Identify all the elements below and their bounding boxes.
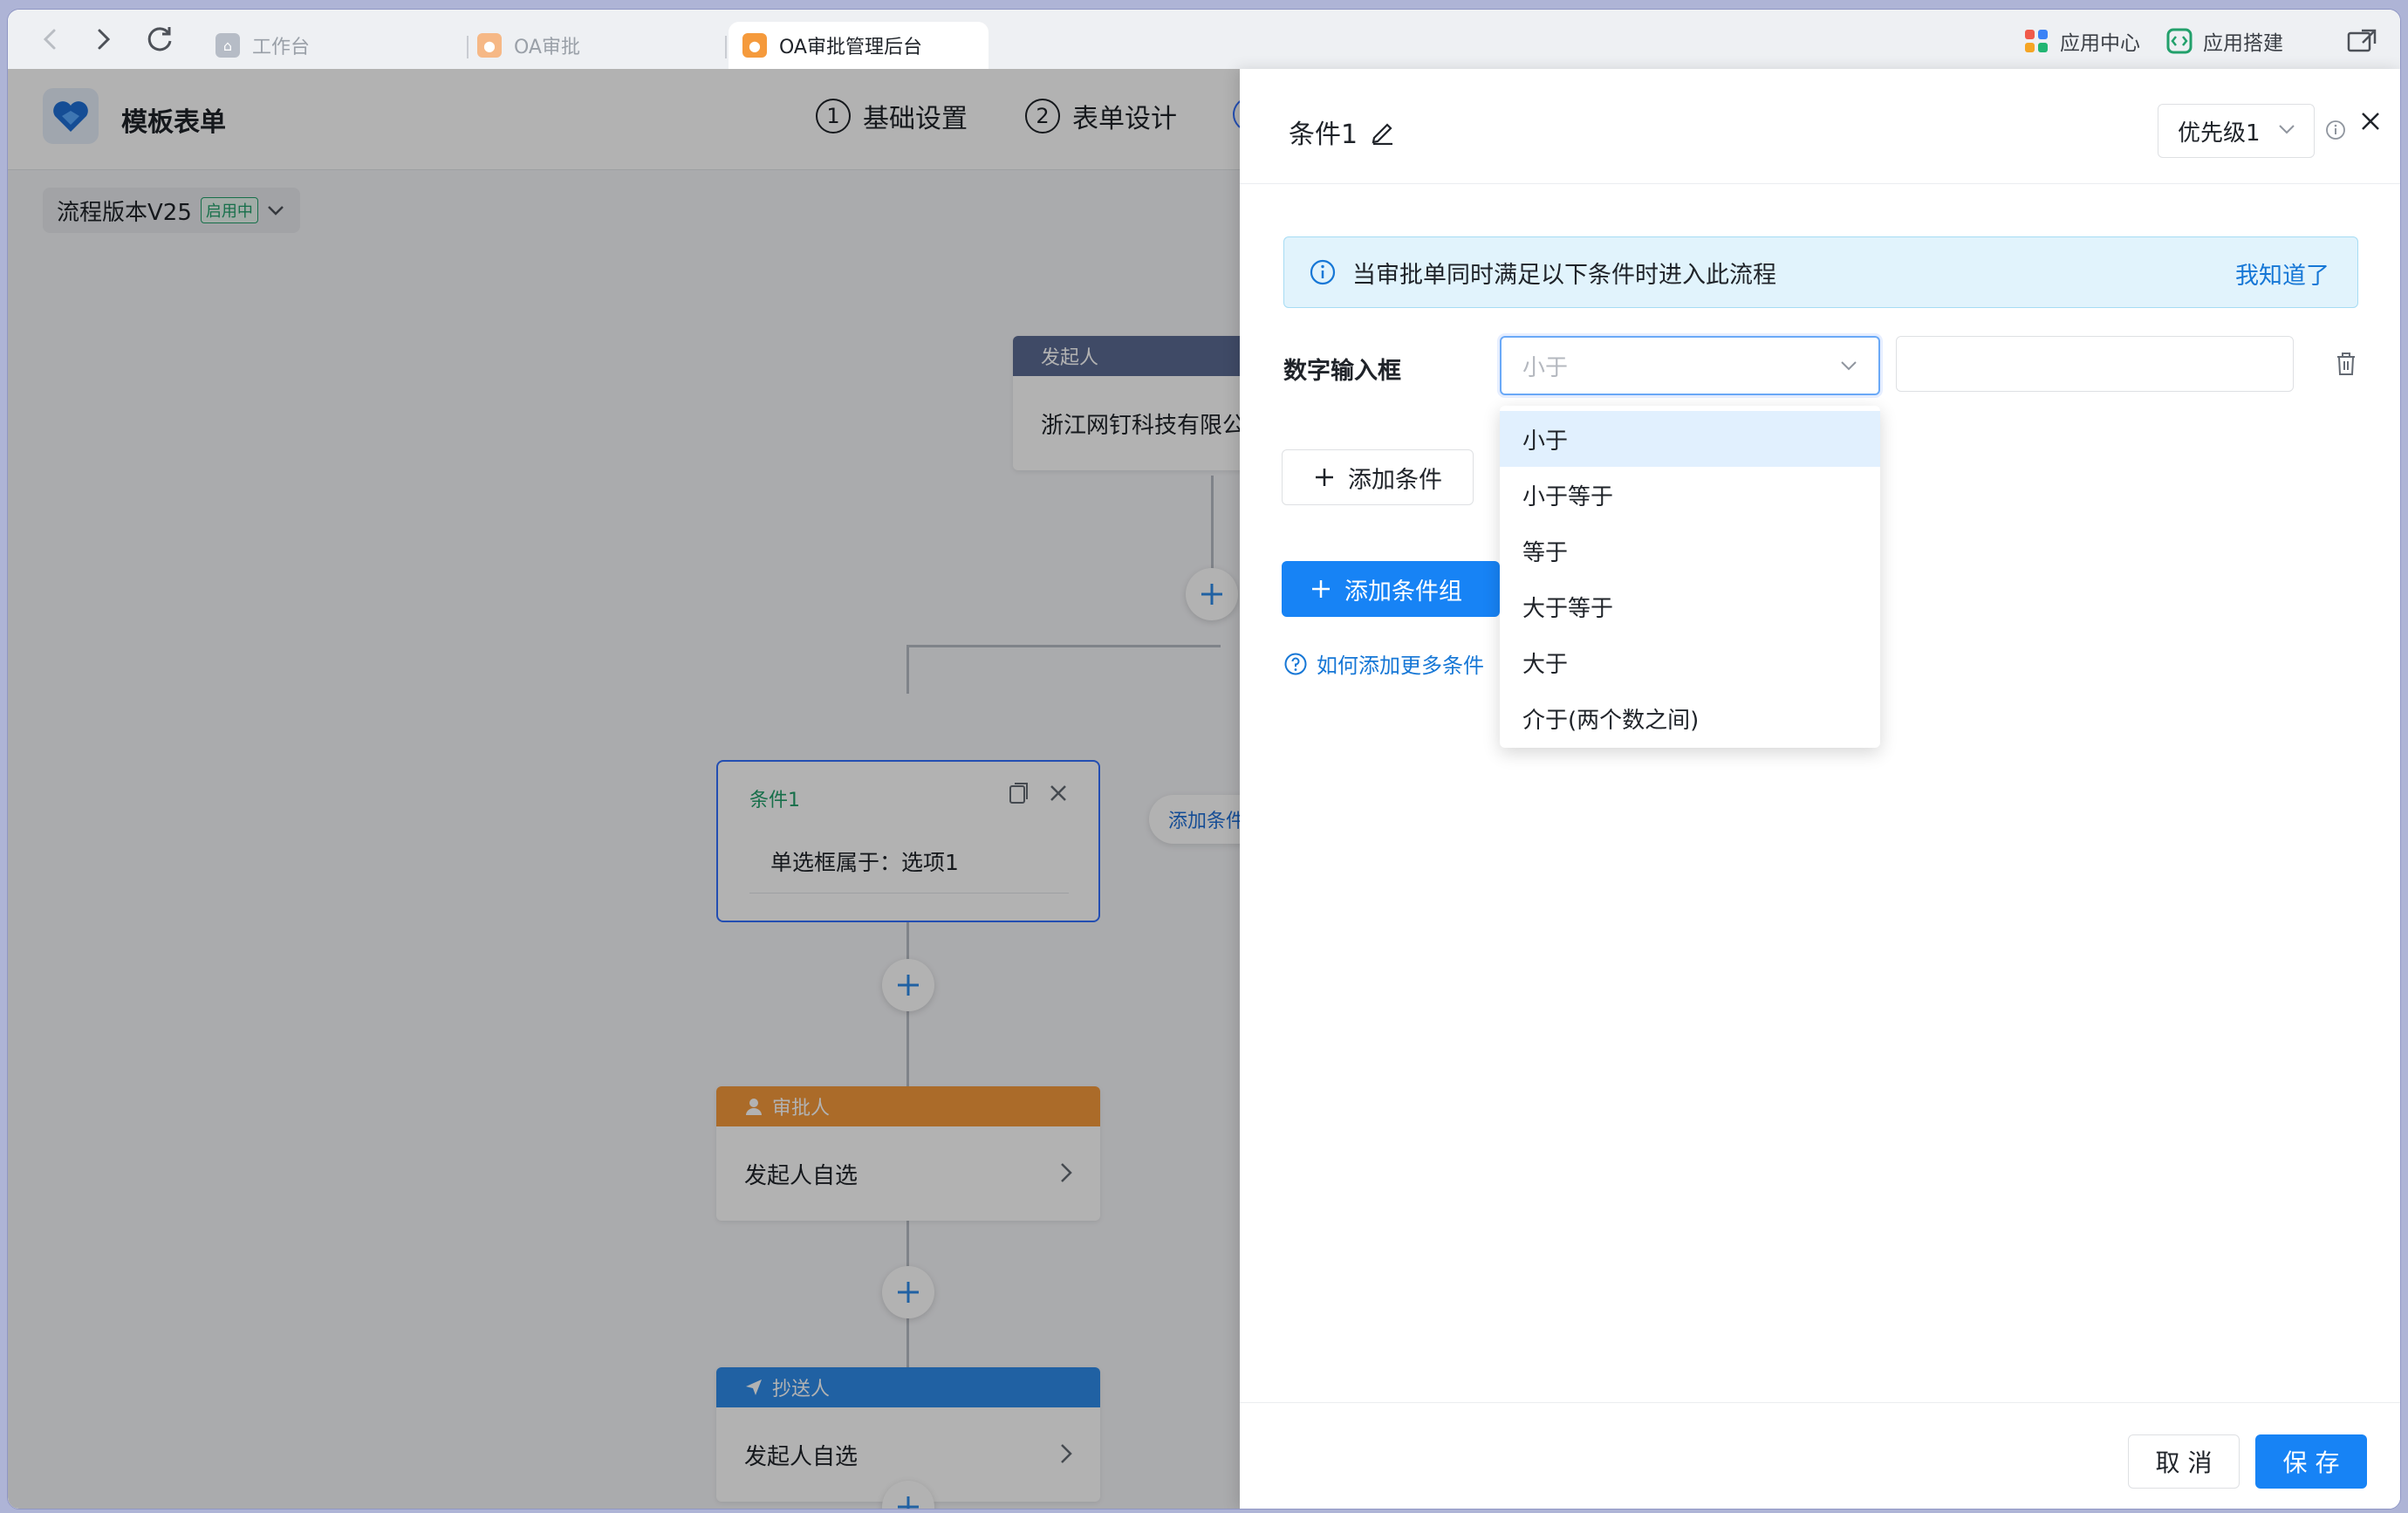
open-external-button[interactable]	[2346, 25, 2377, 57]
dropdown-option-less-equal[interactable]: 小于等于	[1500, 467, 1880, 523]
info-circle-icon	[1310, 259, 1336, 285]
banner-dismiss-link[interactable]: 我知道了	[2235, 257, 2329, 291]
info-icon[interactable]	[2325, 120, 2346, 140]
app-center-link[interactable]: 应用中心	[2023, 25, 2140, 57]
help-link-label: 如何添加更多条件	[1317, 654, 1484, 678]
tab-label: 工作台	[252, 37, 311, 58]
reload-button[interactable]	[142, 22, 177, 57]
drawer-title-text: 条件1	[1289, 120, 1358, 150]
reload-icon	[147, 27, 172, 51]
edit-pencil-icon[interactable]	[1370, 119, 1396, 145]
person-icon: ●	[742, 33, 767, 58]
add-condition-button[interactable]: 添加条件	[1282, 449, 1474, 505]
browser-window: ⌂ 工作台 ● OA审批 ● OA审批管理后台 应用中心 应用搭建 模板表单 1…	[7, 9, 2401, 1510]
dropdown-option-less-than[interactable]: 小于	[1500, 411, 1880, 467]
chevron-down-icon	[2279, 125, 2295, 134]
tab-label: OA审批管理后台	[779, 37, 922, 58]
chevron-down-icon	[1841, 361, 1857, 371]
save-button[interactable]: 保 存	[2255, 1434, 2367, 1489]
dropdown-option-equal[interactable]: 等于	[1500, 523, 1880, 578]
operator-select[interactable]: 小于	[1500, 336, 1880, 395]
help-link[interactable]: 如何添加更多条件	[1283, 648, 1484, 679]
dropdown-option-greater-than[interactable]: 大于	[1500, 634, 1880, 690]
trash-icon[interactable]	[2332, 350, 2360, 378]
back-button[interactable]	[32, 22, 67, 57]
question-circle-icon	[1284, 653, 1307, 674]
drawer-header: 条件1 优先级1	[1240, 69, 2400, 184]
tab-label: OA审批	[514, 37, 580, 58]
tab-oa-admin[interactable]: ● OA审批管理后台	[729, 22, 989, 69]
close-icon[interactable]	[2358, 109, 2383, 134]
drawer-title: 条件1	[1289, 113, 1396, 151]
cancel-button[interactable]: 取 消	[2128, 1434, 2240, 1489]
add-condition-group-button[interactable]: 添加条件组	[1282, 561, 1500, 617]
dropdown-option-greater-equal[interactable]: 大于等于	[1500, 578, 1880, 634]
tab-workbench[interactable]: ⌂ 工作台	[202, 22, 463, 69]
tab-oa-approval[interactable]: ● OA审批	[463, 22, 725, 69]
app-builder-label: 应用搭建	[2203, 32, 2283, 55]
person-icon: ●	[477, 33, 502, 58]
grid-apps-icon	[2025, 30, 2048, 52]
banner-text: 当审批单同时满足以下条件时进入此流程	[1352, 261, 1776, 289]
dropdown-option-between[interactable]: 介于(两个数之间)	[1500, 690, 1880, 746]
priority-select[interactable]: 优先级1	[2158, 104, 2315, 158]
priority-value: 优先级1	[2178, 120, 2261, 147]
tab-separator	[725, 36, 727, 58]
add-condition-label: 添加条件	[1348, 466, 1442, 494]
code-box-icon	[2166, 28, 2193, 54]
chevron-right-icon	[98, 29, 111, 50]
chevron-left-icon	[43, 29, 56, 50]
app-center-label: 应用中心	[2060, 32, 2140, 55]
external-window-icon	[2347, 29, 2377, 52]
drawer-footer: 取 消 保 存	[1240, 1402, 2400, 1509]
condition-drawer: 条件1 优先级1 当审批单同时满足以下条件时进入此流程 我知道了 数字输入框 小…	[1240, 69, 2400, 1509]
value-input[interactable]	[1896, 336, 2294, 392]
field-label: 数字输入框	[1283, 358, 1401, 385]
forward-button[interactable]	[86, 22, 121, 57]
org-chart-icon: ⌂	[215, 33, 240, 58]
app-builder-link[interactable]: 应用搭建	[2166, 25, 2283, 57]
add-condition-group-label: 添加条件组	[1344, 578, 1462, 606]
info-banner: 当审批单同时满足以下条件时进入此流程 我知道了	[1283, 236, 2358, 308]
browser-topbar: ⌂ 工作台 ● OA审批 ● OA审批管理后台 应用中心 应用搭建	[8, 10, 2400, 69]
plus-icon	[1316, 469, 1333, 486]
select-placeholder: 小于	[1522, 354, 1569, 381]
operator-dropdown: 小于 小于等于 等于 大于等于 大于 介于(两个数之间)	[1500, 406, 1880, 748]
plus-icon	[1312, 580, 1330, 598]
modal-mask[interactable]	[8, 69, 1240, 1509]
